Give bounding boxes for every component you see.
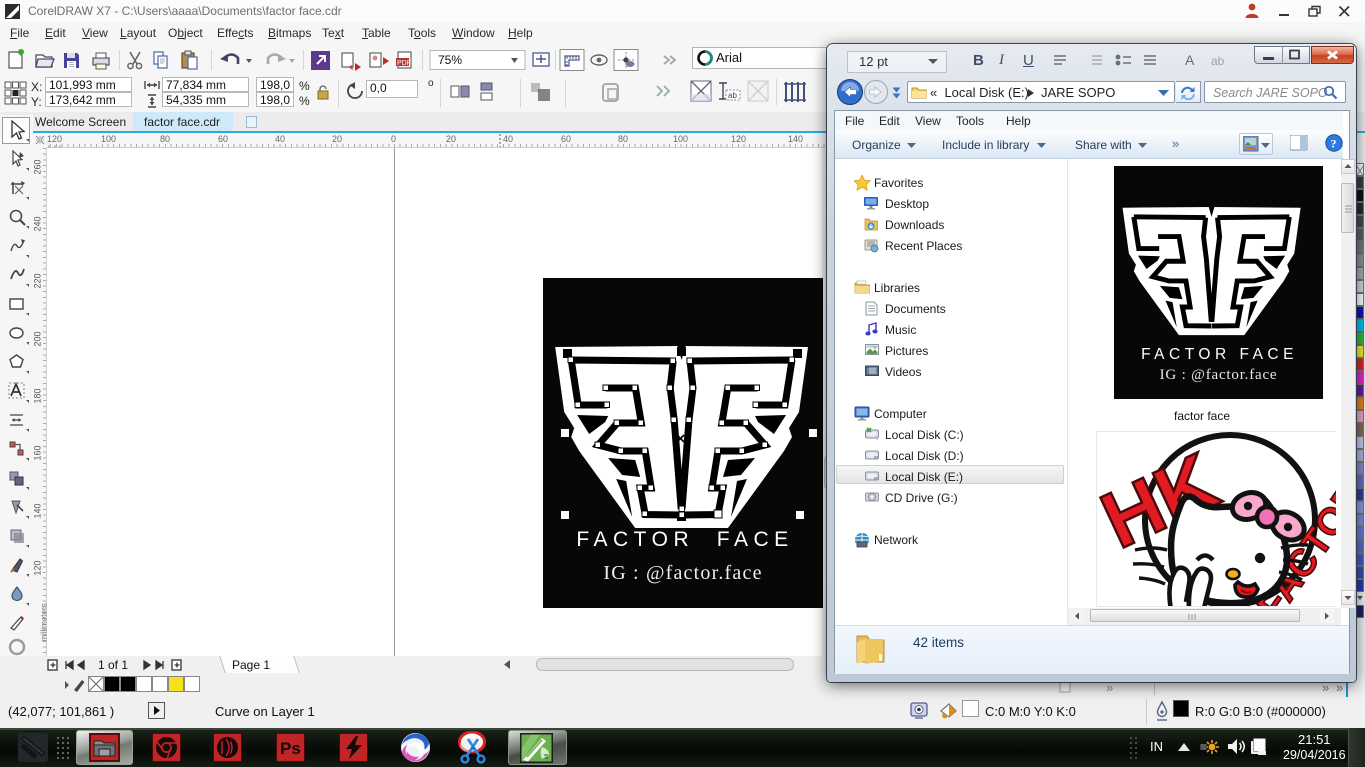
svg-text:100: 100 xyxy=(101,134,116,144)
svg-text:»: » xyxy=(1106,680,1113,695)
svg-text:80: 80 xyxy=(160,134,170,144)
svg-text:80: 80 xyxy=(618,134,628,144)
svg-text:ab: ab xyxy=(1211,54,1225,68)
svg-text:40: 40 xyxy=(503,134,513,144)
svg-text:20: 20 xyxy=(446,134,456,144)
svg-text:120: 120 xyxy=(731,134,746,144)
svg-text:PDF: PDF xyxy=(397,60,411,67)
svg-text:140: 140 xyxy=(788,134,803,144)
svg-text:0: 0 xyxy=(391,134,396,144)
svg-text:60: 60 xyxy=(218,134,228,144)
svg-text:⃗A: ⃗A xyxy=(1185,52,1195,68)
svg-text:20: 20 xyxy=(332,134,342,144)
svg-text:?: ? xyxy=(1331,137,1337,151)
svg-text:40: 40 xyxy=(275,134,285,144)
svg-text:»: » xyxy=(1336,680,1343,695)
svg-text:»: » xyxy=(1322,680,1329,695)
svg-text:100: 100 xyxy=(673,134,688,144)
svg-text:Ps: Ps xyxy=(280,739,301,758)
svg-text:75%: 75% xyxy=(438,53,462,67)
svg-text:60: 60 xyxy=(561,134,571,144)
svg-text:1 of 1: 1 of 1 xyxy=(98,658,128,672)
svg-text:ab: ab xyxy=(728,91,737,100)
svg-text:120: 120 xyxy=(47,134,62,144)
